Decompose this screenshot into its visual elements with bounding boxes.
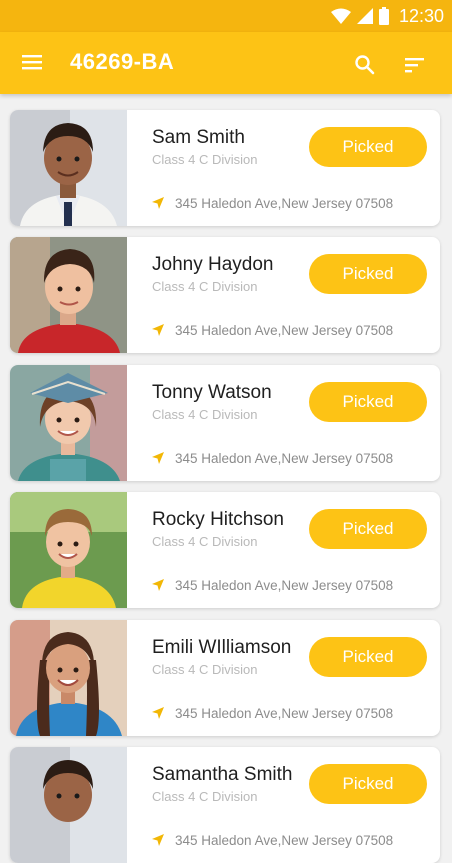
student-card[interactable]: Johny Haydon Class 4 C Division Picked 3… bbox=[10, 237, 440, 353]
sort-icon[interactable] bbox=[404, 56, 426, 74]
status-icons: 12:30 bbox=[330, 5, 444, 26]
wifi-icon bbox=[330, 8, 351, 24]
student-address: 345 Haledon Ave,New Jersey 07508 bbox=[175, 833, 394, 848]
student-address: 345 Haledon Ave,New Jersey 07508 bbox=[175, 706, 394, 721]
picked-button[interactable]: Picked bbox=[309, 509, 427, 549]
picked-button[interactable]: Picked bbox=[309, 382, 427, 422]
student-name: Samantha Smith bbox=[152, 764, 293, 785]
menu-icon[interactable] bbox=[22, 52, 46, 72]
navigation-arrow-icon bbox=[152, 834, 164, 846]
student-class: Class 4 C Division bbox=[152, 279, 258, 294]
picked-button[interactable]: Picked bbox=[309, 637, 427, 677]
picked-button[interactable]: Picked bbox=[309, 127, 427, 167]
student-address: 345 Haledon Ave,New Jersey 07508 bbox=[175, 451, 394, 466]
student-name: Emili WIlliamson bbox=[152, 637, 292, 658]
student-class: Class 4 C Division bbox=[152, 407, 258, 422]
student-name: Sam Smith bbox=[152, 127, 245, 148]
navigation-arrow-icon bbox=[152, 579, 164, 591]
student-photo bbox=[10, 747, 127, 863]
battery-icon bbox=[378, 7, 389, 25]
student-photo bbox=[10, 237, 127, 353]
navigation-arrow-icon bbox=[152, 197, 164, 209]
student-address: 345 Haledon Ave,New Jersey 07508 bbox=[175, 196, 394, 211]
picked-button[interactable]: Picked bbox=[309, 254, 427, 294]
student-photo bbox=[10, 365, 127, 481]
search-icon[interactable] bbox=[354, 54, 376, 76]
signal-icon bbox=[356, 8, 373, 24]
student-class: Class 4 C Division bbox=[152, 152, 258, 167]
status-time: 12:30 bbox=[398, 5, 444, 26]
student-name: Johny Haydon bbox=[152, 254, 274, 275]
picked-button[interactable]: Picked bbox=[309, 764, 427, 804]
student-class: Class 4 C Division bbox=[152, 789, 258, 804]
status-bar: 12:30 bbox=[0, 0, 452, 32]
student-class: Class 4 C Division bbox=[152, 534, 258, 549]
student-name: Rocky Hitchson bbox=[152, 509, 284, 530]
student-class: Class 4 C Division bbox=[152, 662, 258, 677]
app-bar: 46269-BA bbox=[0, 32, 452, 94]
student-card[interactable]: Emili WIlliamson Class 4 C Division Pick… bbox=[10, 620, 440, 736]
navigation-arrow-icon bbox=[152, 707, 164, 719]
navigation-arrow-icon bbox=[152, 452, 164, 464]
student-address: 345 Haledon Ave,New Jersey 07508 bbox=[175, 578, 394, 593]
student-address: 345 Haledon Ave,New Jersey 07508 bbox=[175, 323, 394, 338]
student-photo bbox=[10, 110, 127, 226]
student-card[interactable]: Rocky Hitchson Class 4 C Division Picked… bbox=[10, 492, 440, 608]
student-name: Tonny Watson bbox=[152, 382, 272, 403]
student-photo bbox=[10, 492, 127, 608]
student-card[interactable]: Samantha Smith Class 4 C Division Picked… bbox=[10, 747, 440, 863]
navigation-arrow-icon bbox=[152, 324, 164, 336]
student-card[interactable]: Sam Smith Class 4 C Division Picked 345 … bbox=[10, 110, 440, 226]
student-card[interactable]: Tonny Watson Class 4 C Division Picked 3… bbox=[10, 365, 440, 481]
page-title: 46269-BA bbox=[70, 49, 175, 74]
student-photo bbox=[10, 620, 127, 736]
